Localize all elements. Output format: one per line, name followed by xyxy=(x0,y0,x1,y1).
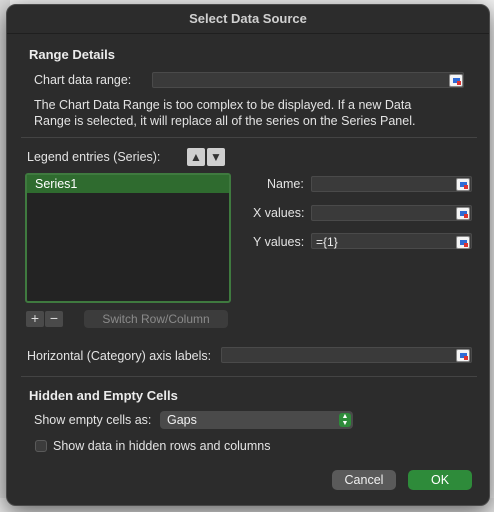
ok-button[interactable]: OK xyxy=(408,470,472,490)
chart-data-range-field[interactable] xyxy=(152,72,464,88)
name-range-selector-icon[interactable] xyxy=(456,178,470,191)
x-values-range-selector-icon[interactable] xyxy=(456,207,470,220)
show-empty-cells-select[interactable]: Gaps ▲ ▼ xyxy=(160,411,353,429)
name-field[interactable] xyxy=(311,176,472,192)
dialog-title: Select Data Source xyxy=(7,5,489,34)
legend-entries-list[interactable]: Series1 xyxy=(25,173,231,303)
category-axis-labels-label: Horizontal (Category) axis labels: xyxy=(27,349,212,363)
chevron-updown-icon: ▲ ▼ xyxy=(339,413,351,427)
info-line-1: The Chart Data Range is too complex to b… xyxy=(34,98,412,112)
range-selector-icon[interactable] xyxy=(449,74,463,87)
y-values-range-selector-icon[interactable] xyxy=(456,236,470,249)
range-details-heading: Range Details xyxy=(29,47,115,62)
move-up-button[interactable]: ▲ xyxy=(187,148,205,166)
divider xyxy=(21,137,477,138)
cancel-button[interactable]: Cancel xyxy=(332,470,396,490)
arrow-down-icon: ▼ xyxy=(210,150,222,164)
divider xyxy=(21,376,477,377)
x-values-field[interactable] xyxy=(311,205,472,221)
hidden-empty-heading: Hidden and Empty Cells xyxy=(29,388,178,403)
select-data-source-dialog: Select Data Source Range Details Chart d… xyxy=(6,4,490,506)
list-item[interactable]: Series1 xyxy=(27,175,229,193)
chart-data-range-label: Chart data range: xyxy=(34,73,132,87)
y-values-field[interactable]: ={1} xyxy=(311,233,472,249)
show-empty-cells-value: Gaps xyxy=(167,413,197,427)
remove-series-button[interactable]: − xyxy=(45,311,63,327)
legend-entries-label: Legend entries (Series): xyxy=(27,150,161,164)
name-label: Name: xyxy=(267,177,304,191)
category-axis-labels-field[interactable] xyxy=(221,347,472,363)
add-series-button[interactable]: + xyxy=(26,311,44,327)
show-hidden-data-checkbox[interactable] xyxy=(35,440,47,452)
info-line-2: Range is selected, it will replace all o… xyxy=(34,114,416,128)
move-down-button[interactable]: ▼ xyxy=(207,148,225,166)
arrow-up-icon: ▲ xyxy=(190,150,202,164)
show-empty-cells-label: Show empty cells as: xyxy=(34,413,152,427)
switch-row-column-button[interactable]: Switch Row/Column xyxy=(84,310,228,328)
show-hidden-data-label: Show data in hidden rows and columns xyxy=(53,439,271,453)
x-values-label: X values: xyxy=(253,206,305,220)
axis-range-selector-icon[interactable] xyxy=(456,349,470,362)
y-values-label: Y values: xyxy=(253,235,305,249)
